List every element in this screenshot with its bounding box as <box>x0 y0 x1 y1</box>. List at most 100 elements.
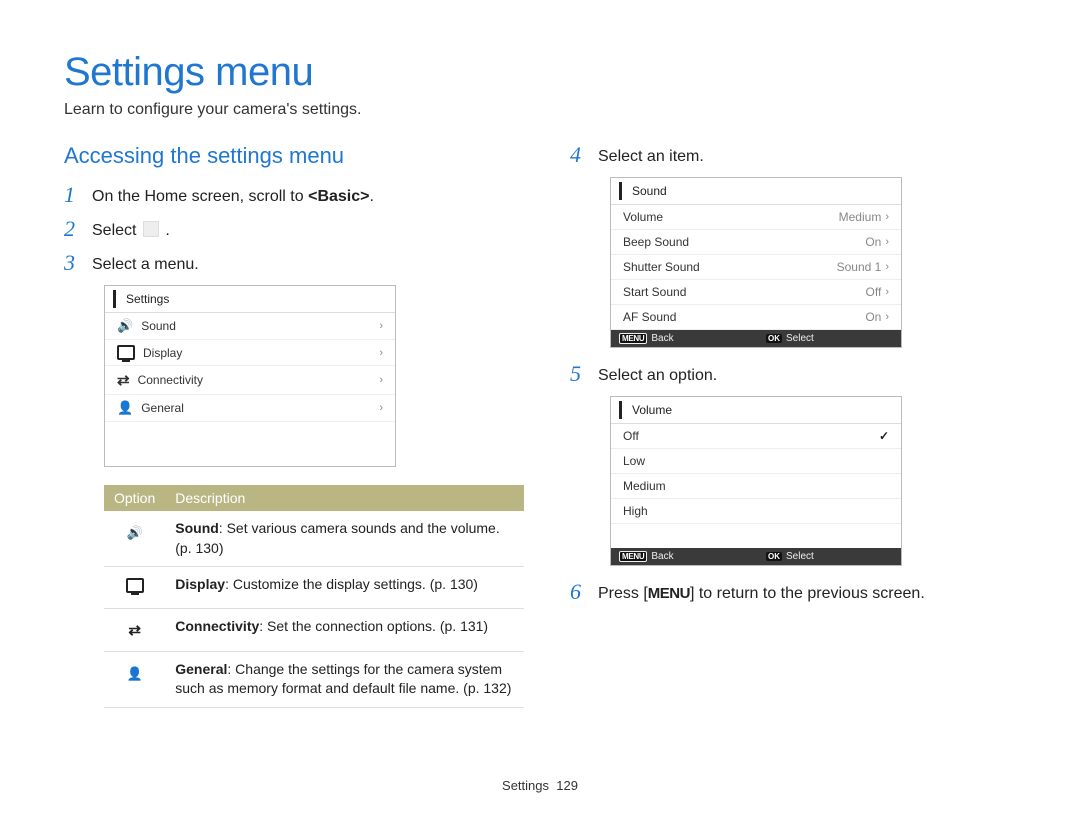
sound-row-label: Start Sound <box>623 285 686 299</box>
menu-button-label: MENU <box>648 583 690 606</box>
step-number-3: 3 <box>64 251 82 275</box>
desc-page: (p. 130) <box>175 540 223 556</box>
desc-text: : Set various camera sounds and the volu… <box>219 520 500 536</box>
desc-bold: Display <box>175 576 225 592</box>
page-footer: Settings 129 <box>0 778 1080 793</box>
header-bar-icon <box>619 401 622 419</box>
step-number-5: 5 <box>570 362 588 386</box>
sound-row-af[interactable]: AF Sound On› <box>611 305 901 330</box>
desc-bold: Sound <box>175 520 219 536</box>
settings-row-label: Connectivity <box>138 373 203 387</box>
footer-select-label: Select <box>786 333 814 344</box>
settings-row-display[interactable]: Display › <box>105 340 395 366</box>
volume-screenshot-header: Volume <box>611 397 901 424</box>
volume-row-label: Medium <box>623 479 666 493</box>
step-4-text: Select an item. <box>598 143 704 169</box>
sound-row-label: Beep Sound <box>623 235 689 249</box>
chevron-right-icon: › <box>885 261 889 273</box>
volume-row-label: High <box>623 504 648 518</box>
volume-row-off[interactable]: Off ✓ <box>611 424 901 449</box>
step-1-bold: <Basic> <box>308 188 369 205</box>
chevron-right-icon: › <box>885 286 889 298</box>
right-column: 4 Select an item. Sound Volume Medium› B… <box>570 143 1016 708</box>
step-1-text-post: . <box>369 188 373 205</box>
desc-text: : Set the connection options. <box>259 618 440 634</box>
settings-row-label: Sound <box>141 319 176 333</box>
description-table: Option Description Sound: Set various ca… <box>104 485 524 708</box>
desc-page: (p. 131) <box>440 618 488 634</box>
volume-row-label: Off <box>623 429 639 443</box>
chevron-right-icon: › <box>885 211 889 223</box>
step-1: 1 On the Home screen, scroll to <Basic>. <box>64 183 510 209</box>
step-2-text-pre: Select <box>92 222 141 239</box>
sound-row-value: On <box>865 310 881 324</box>
header-bar-icon <box>619 182 622 200</box>
desc-text: : Customize the display settings. <box>225 576 430 592</box>
settings-row-sound[interactable]: Sound › <box>105 313 395 340</box>
chevron-right-icon: › <box>885 236 889 248</box>
desc-bold: General <box>175 661 227 677</box>
sound-row-value: Sound 1 <box>837 260 882 274</box>
chevron-right-icon: › <box>379 347 383 359</box>
sound-screenshot: Sound Volume Medium› Beep Sound On› Shut… <box>610 177 902 348</box>
step-1-text-pre: On the Home screen, scroll to <box>92 188 308 205</box>
chevron-right-icon: › <box>379 402 383 414</box>
display-icon <box>126 578 144 593</box>
chevron-right-icon: › <box>885 311 889 323</box>
step-6-text-pre: Press [ <box>598 585 648 602</box>
chevron-right-icon: › <box>379 320 383 332</box>
sound-row-label: Volume <box>623 210 663 224</box>
settings-row-label: General <box>141 401 184 415</box>
left-column: Accessing the settings menu 1 On the Hom… <box>64 143 510 708</box>
table-row: General: Change the settings for the cam… <box>104 651 524 707</box>
settings-row-general[interactable]: General › <box>105 395 395 422</box>
volume-screenshot-title: Volume <box>632 403 672 417</box>
table-row: Display: Customize the display settings.… <box>104 567 524 609</box>
step-number-2: 2 <box>64 217 82 241</box>
sound-screenshot-title: Sound <box>632 184 667 198</box>
settings-row-connectivity[interactable]: Connectivity › <box>105 366 395 395</box>
page-title: Settings menu <box>64 50 1016 95</box>
two-column-layout: Accessing the settings menu 1 On the Hom… <box>64 143 1016 708</box>
sound-screenshot-footer: MENUBack OKSelect <box>611 330 901 347</box>
sound-row-value: Off <box>866 285 882 299</box>
sound-icon <box>117 318 133 334</box>
sound-list: Volume Medium› Beep Sound On› Shutter So… <box>611 205 901 330</box>
chevron-right-icon: › <box>379 374 383 386</box>
screenshot-blank-area <box>105 422 395 466</box>
settings-screenshot: Settings Sound › Display › Connectivity … <box>104 285 396 467</box>
volume-row-high[interactable]: High <box>611 499 901 524</box>
footer-section: Settings <box>502 778 549 793</box>
sound-row-start[interactable]: Start Sound Off› <box>611 280 901 305</box>
volume-list: Off ✓ Low Medium High <box>611 424 901 524</box>
sound-row-volume[interactable]: Volume Medium› <box>611 205 901 230</box>
volume-row-medium[interactable]: Medium <box>611 474 901 499</box>
desc-page: (p. 130) <box>430 576 478 592</box>
settings-screenshot-header: Settings <box>105 286 395 313</box>
sound-row-value: Medium <box>839 210 882 224</box>
settings-icon <box>143 221 159 237</box>
footer-back-label: Back <box>651 333 673 344</box>
settings-list: Sound › Display › Connectivity › General… <box>105 313 395 422</box>
sound-row-shutter[interactable]: Shutter Sound Sound 1› <box>611 255 901 280</box>
header-bar-icon <box>113 290 116 308</box>
table-header-option: Option <box>104 485 165 511</box>
step-number-1: 1 <box>64 183 82 207</box>
screenshot-blank-area <box>611 524 901 548</box>
sound-screenshot-header: Sound <box>611 178 901 205</box>
volume-row-low[interactable]: Low <box>611 449 901 474</box>
sound-row-beep[interactable]: Beep Sound On› <box>611 230 901 255</box>
step-6: 6 Press [MENU] to return to the previous… <box>570 580 1016 606</box>
step-2: 2 Select . <box>64 217 510 243</box>
desc-page: (p. 132) <box>463 680 511 696</box>
menu-button-icon: MENU <box>619 333 647 344</box>
step-number-4: 4 <box>570 143 588 167</box>
volume-screenshot-footer: MENUBack OKSelect <box>611 548 901 565</box>
section-heading: Accessing the settings menu <box>64 143 510 169</box>
footer-back-label: Back <box>651 551 673 562</box>
sound-icon <box>127 521 143 541</box>
table-header-desc: Description <box>165 485 524 511</box>
sound-row-label: Shutter Sound <box>623 260 700 274</box>
connectivity-icon <box>128 619 141 639</box>
desc-bold: Connectivity <box>175 618 259 634</box>
